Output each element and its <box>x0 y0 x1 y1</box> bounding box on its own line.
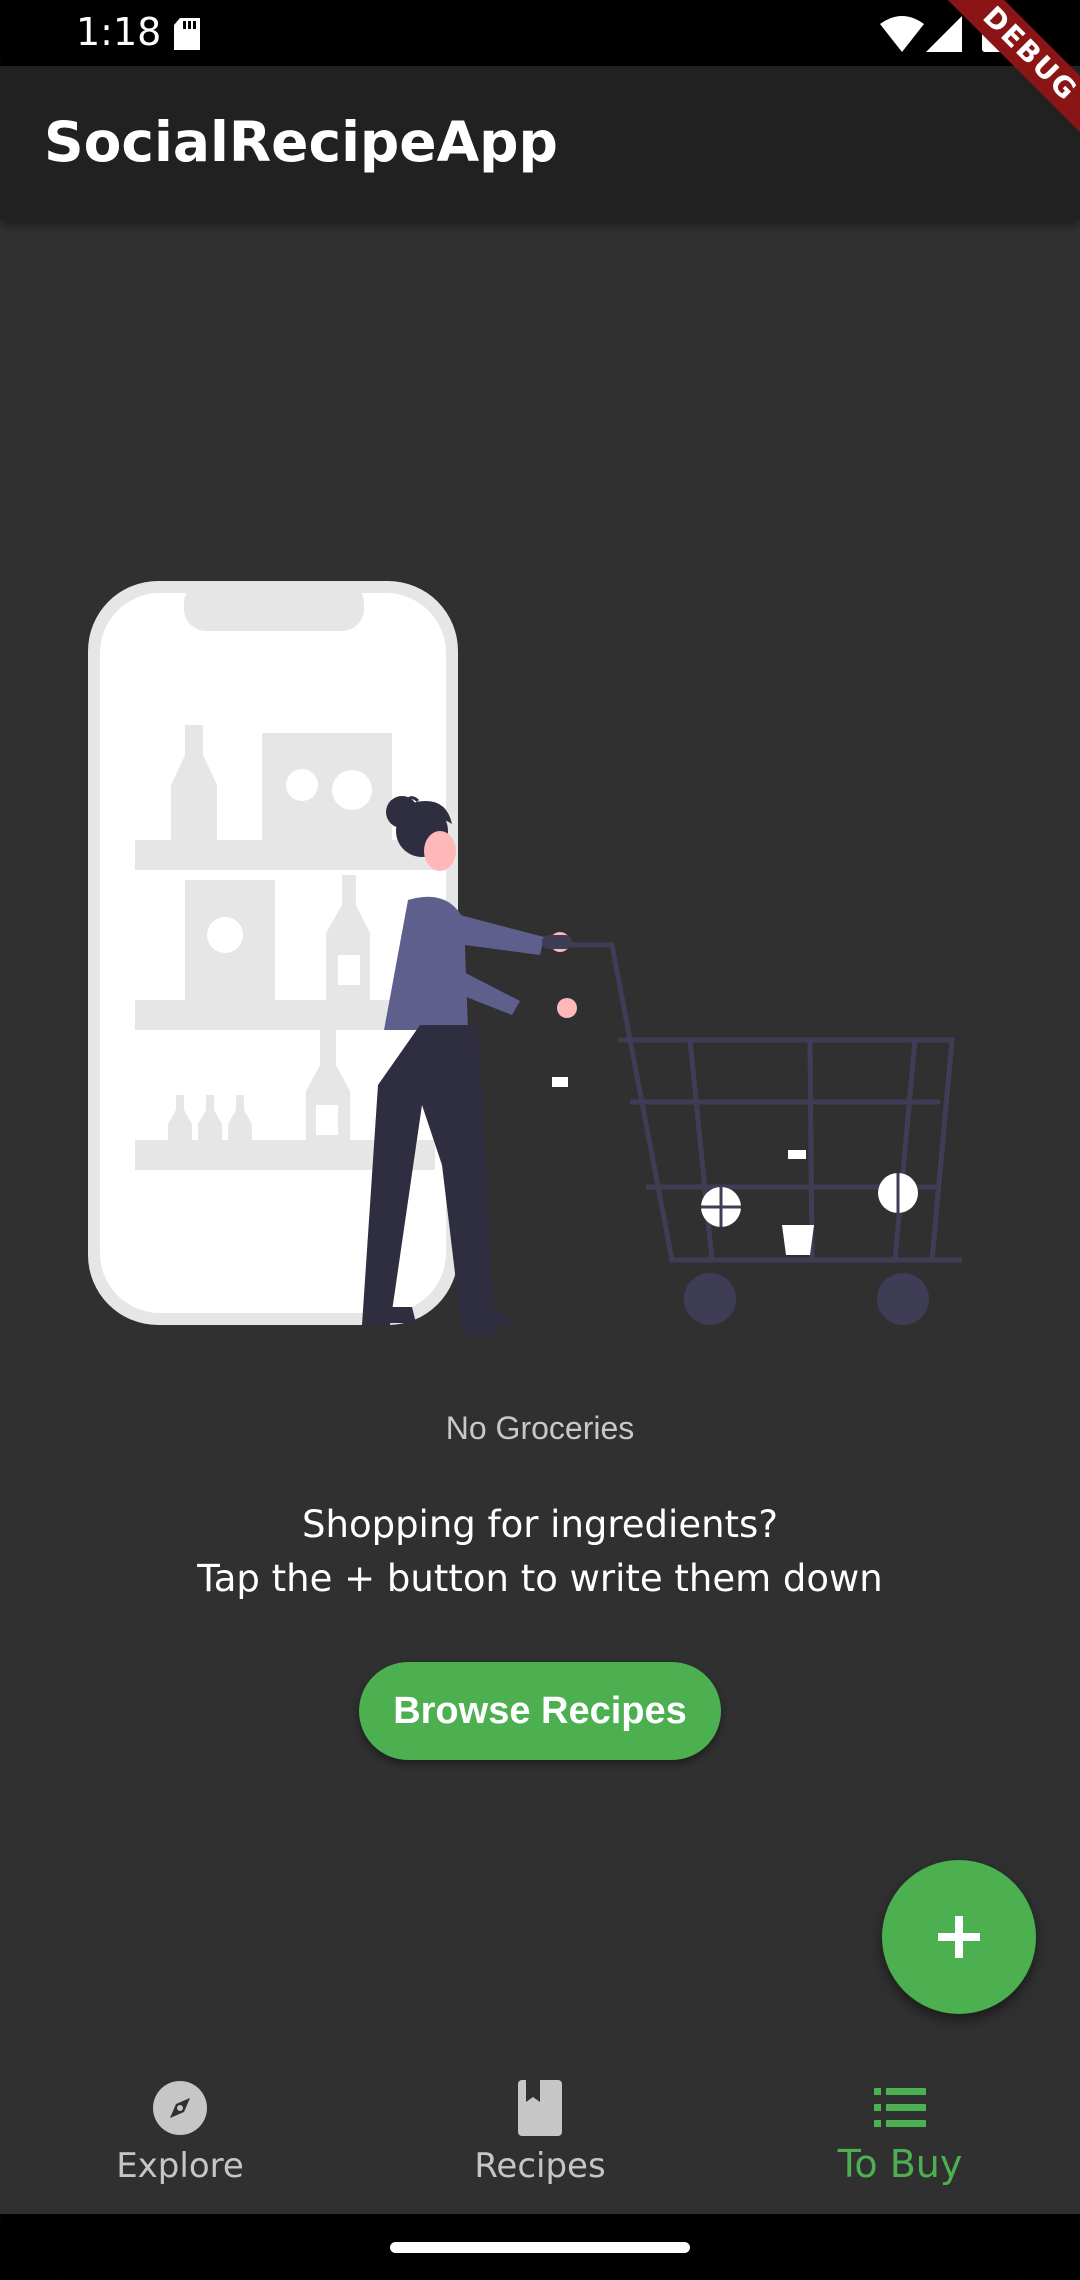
app-title: SocialRecipeApp <box>44 110 558 174</box>
sd-card-icon <box>174 18 200 50</box>
compass-icon <box>153 2081 207 2135</box>
nav-item-explore[interactable]: Explore <box>0 2050 360 2214</box>
nav-item-recipes[interactable]: Recipes <box>360 2050 720 2214</box>
nav-label-to-buy: To Buy <box>837 2142 963 2186</box>
plus-icon <box>938 1916 980 1958</box>
nav-item-to-buy[interactable]: To Buy <box>720 2050 1080 2214</box>
signal-icon <box>926 16 962 52</box>
nav-label-explore: Explore <box>116 2146 244 2186</box>
list-icon <box>874 2088 926 2127</box>
home-gesture-handle[interactable] <box>390 2242 690 2253</box>
empty-state-message: Shopping for ingredients? Tap the + butt… <box>0 1498 1080 1606</box>
bottom-navigation: Explore Recipes To Buy <box>0 2050 1080 2214</box>
nav-label-recipes: Recipes <box>474 2146 606 2186</box>
empty-state-title: No Groceries <box>445 1410 635 1446</box>
wifi-icon <box>880 16 924 52</box>
empty-groceries-illustration <box>88 581 962 1335</box>
status-bar: 1:18 <box>0 0 1080 66</box>
browse-recipes-button[interactable]: Browse Recipes <box>359 1662 721 1760</box>
app-screen: 1:18 DEBUG SocialRecipeApp No Groceries … <box>0 0 1080 2280</box>
add-grocery-fab[interactable] <box>882 1860 1036 2014</box>
empty-state-message-line2: Tap the + button to write them down <box>197 1557 883 1600</box>
app-bar: SocialRecipeApp <box>0 66 1080 220</box>
status-time: 1:18 <box>76 10 162 54</box>
book-icon <box>518 2080 562 2136</box>
system-gesture-bar <box>0 2214 1080 2280</box>
empty-state-message-line1: Shopping for ingredients? <box>302 1503 778 1546</box>
